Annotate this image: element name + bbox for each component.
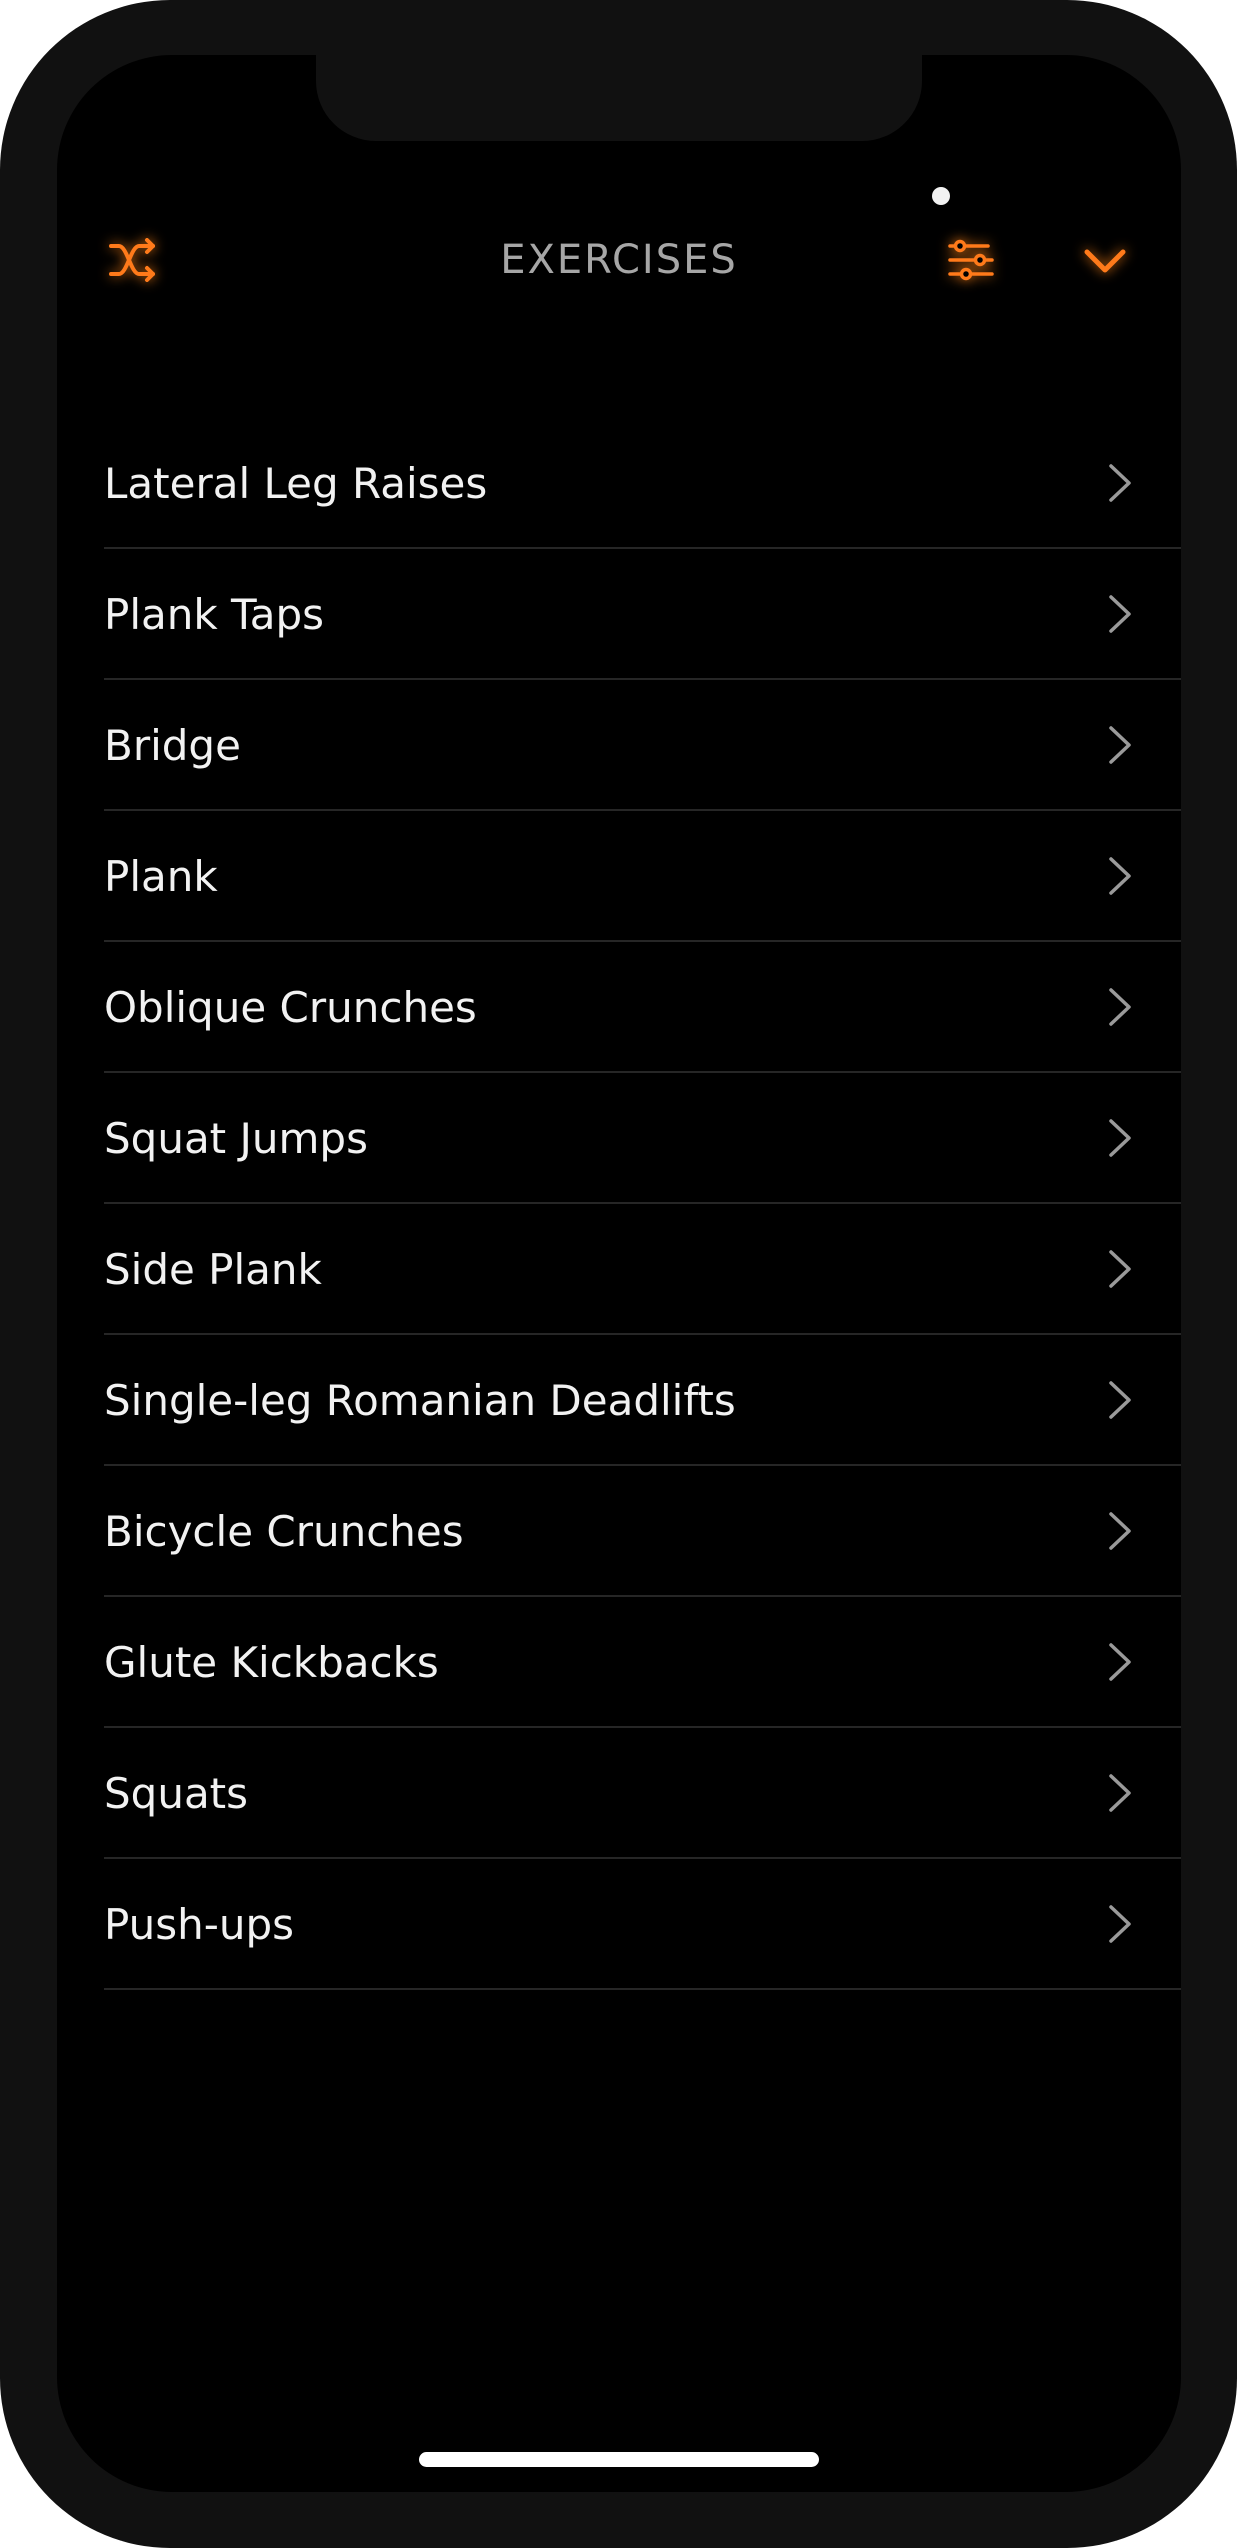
exercise-label: Lateral Leg Raises <box>104 459 488 508</box>
list-item[interactable]: Squats <box>104 1728 1181 1859</box>
notch <box>316 55 922 141</box>
list-item[interactable]: Single-leg Romanian Deadlifts <box>104 1335 1181 1466</box>
exercise-label: Squats <box>104 1769 249 1818</box>
shuffle-icon[interactable] <box>105 232 161 288</box>
exercise-label: Side Plank <box>104 1245 322 1294</box>
chevron-right-icon <box>1107 986 1133 1028</box>
chevron-right-icon <box>1107 1248 1133 1290</box>
chevron-right-icon <box>1107 462 1133 504</box>
phone-frame: EXERCISES Lateral Leg Raises Plank Taps … <box>0 0 1237 2548</box>
chevron-right-icon <box>1107 724 1133 766</box>
chevron-right-icon <box>1107 855 1133 897</box>
exercise-label: Plank Taps <box>104 590 325 639</box>
chevron-right-icon <box>1107 593 1133 635</box>
list-item[interactable]: Side Plank <box>104 1204 1181 1335</box>
chevron-right-icon <box>1107 1510 1133 1552</box>
header-bar: EXERCISES <box>57 205 1181 315</box>
chevron-right-icon <box>1107 1641 1133 1683</box>
exercise-list: Lateral Leg Raises Plank Taps Bridge Plank O… <box>104 418 1181 1990</box>
chevron-right-icon <box>1107 1772 1133 1814</box>
exercise-label: Bicycle Crunches <box>104 1507 464 1556</box>
list-item[interactable]: Bicycle Crunches <box>104 1466 1181 1597</box>
list-item[interactable]: Squat Jumps <box>104 1073 1181 1204</box>
list-item[interactable]: Lateral Leg Raises <box>104 418 1181 549</box>
exercise-label: Oblique Crunches <box>104 983 477 1032</box>
exercise-label: Squat Jumps <box>104 1114 368 1163</box>
chevron-right-icon <box>1107 1117 1133 1159</box>
list-item[interactable]: Glute Kickbacks <box>104 1597 1181 1728</box>
list-item[interactable]: Plank <box>104 811 1181 942</box>
list-item[interactable]: Plank Taps <box>104 549 1181 680</box>
chevron-right-icon <box>1107 1379 1133 1421</box>
exercise-label: Push-ups <box>104 1900 295 1949</box>
list-item[interactable]: Bridge <box>104 680 1181 811</box>
exercise-label: Glute Kickbacks <box>104 1638 439 1687</box>
screen: EXERCISES Lateral Leg Raises Plank Taps … <box>57 55 1181 2492</box>
exercise-label: Plank <box>104 852 218 901</box>
home-indicator[interactable] <box>419 2452 819 2467</box>
list-item[interactable]: Oblique Crunches <box>104 942 1181 1073</box>
filter-active-dot <box>932 187 950 205</box>
list-item[interactable]: Push-ups <box>104 1859 1181 1990</box>
sliders-filter-icon[interactable] <box>944 232 1000 288</box>
chevron-right-icon <box>1107 1903 1133 1945</box>
chevron-down-icon[interactable] <box>1077 232 1133 288</box>
exercise-label: Single-leg Romanian Deadlifts <box>104 1376 736 1425</box>
page-title: EXERCISES <box>500 237 738 283</box>
exercise-label: Bridge <box>104 721 241 770</box>
